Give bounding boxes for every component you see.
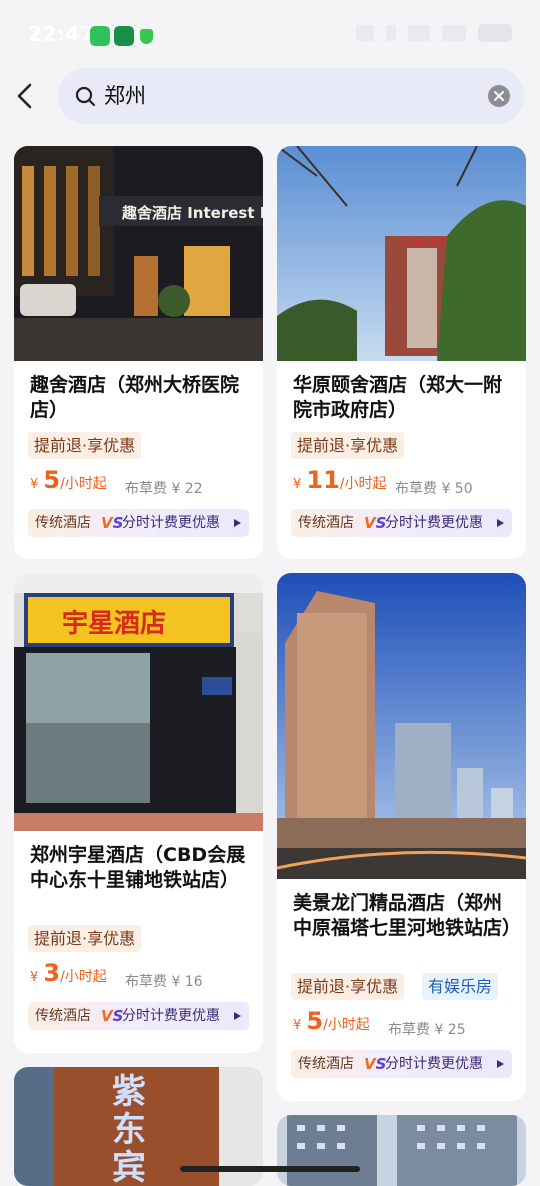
svg-text:宾: 宾 (112, 1148, 146, 1186)
status-bar: 22:47 (0, 0, 540, 64)
promo-text: 分时计费更优惠 (385, 515, 483, 531)
vs-logo-icon: VS (364, 514, 387, 532)
promo-type: 传统酒店 (35, 515, 91, 531)
hotel-name: 趣舍酒店（郑州大桥医院店） (30, 374, 240, 421)
hotel-card[interactable]: 华原颐舍酒店 华原颐舍酒店（郑大一附院市政府店） 提前退·享优惠 ¥ 11/小时… (277, 146, 526, 559)
price: ¥ 5/小时起 (30, 466, 107, 494)
price: ¥ 11/小时起 (293, 466, 387, 494)
svg-text:宇星酒店: 宇星酒店 (62, 609, 166, 639)
linen-fee: 布草费 ¥ 22 (125, 481, 203, 497)
hotel-card[interactable]: 宇星酒店 郑州宇星酒店（CBD会展中心东十里铺地铁站店） 提前退·享优惠 ¥ 3… (14, 573, 263, 1053)
vs-logo-icon: VS (101, 1007, 124, 1025)
linen-fee: 布草费 ¥ 50 (395, 481, 473, 497)
shield-icon (140, 29, 153, 44)
promo-text: 分时计费更优惠 (122, 515, 220, 531)
promo-banner[interactable]: 传统酒店 VS 分时计费更优惠 (291, 1050, 512, 1078)
linen-fee: 布草费 ¥ 25 (388, 1022, 466, 1038)
promo-type: 传统酒店 (298, 1056, 354, 1072)
hotel-photo (277, 1115, 526, 1186)
clear-icon[interactable] (488, 85, 510, 107)
search-bar[interactable]: 郑州 (58, 68, 524, 124)
hotel-name: 华原颐舍酒店（郑大一附院市政府店） (293, 374, 503, 421)
arrow-right-icon (234, 1012, 241, 1020)
arrow-right-icon (234, 519, 241, 527)
tag-entertainment-room: 有娱乐房 (422, 973, 499, 1000)
hotel-name: 郑州宇星酒店（CBD会展中心东十里铺地铁站店） (30, 844, 246, 891)
hotel-photo: 华原颐舍酒店 (277, 146, 526, 361)
alarm-icon (356, 25, 374, 41)
status-time: 22:47 (28, 22, 95, 46)
chevron-left-icon (17, 83, 32, 109)
vs-logo-icon: VS (364, 1055, 387, 1073)
svg-text:趣舍酒店 Interest House otel: 趣舍酒店 Interest House otel (121, 204, 263, 222)
promo-text: 分时计费更优惠 (122, 1008, 220, 1024)
hotel-photo: 趣舍酒店 Interest House otel (14, 146, 263, 361)
promo-type: 传统酒店 (298, 515, 354, 531)
arrow-right-icon (497, 1060, 504, 1068)
status-icons (356, 24, 512, 42)
linen-fee: 布草费 ¥ 16 (125, 974, 203, 990)
vs-logo-icon: VS (101, 514, 124, 532)
back-button[interactable] (12, 80, 42, 112)
svg-text:东: 东 (112, 1110, 146, 1150)
promo-text: 分时计费更优惠 (385, 1056, 483, 1072)
promo-banner[interactable]: 传统酒店 VS 分时计费更优惠 (291, 509, 512, 537)
hotel-photo (277, 573, 526, 879)
search-input[interactable]: 郑州 (104, 68, 146, 124)
tag-early-checkout: 提前退·享优惠 (28, 432, 142, 459)
hotel-card[interactable]: 趣舍酒店 Interest House otel 趣舍酒店（郑州大桥医院店） 提… (14, 146, 263, 559)
hotel-card[interactable]: 美景龙门精品酒店（郑州中原福塔七里河地铁站店） 提前退·享优惠 有娱乐房 ¥ 5… (277, 573, 526, 1101)
price: ¥ 5/小时起 (293, 1007, 370, 1035)
tag-early-checkout: 提前退·享优惠 (28, 925, 142, 952)
signal-icon (442, 25, 466, 41)
home-indicator[interactable] (180, 1166, 360, 1172)
app-notification-icon (114, 26, 134, 46)
svg-text:华原颐舍酒店: 华原颐舍酒店 (395, 236, 449, 248)
promo-banner[interactable]: 传统酒店 VS 分时计费更优惠 (28, 1002, 249, 1030)
hotel-photo: 宇星酒店 (14, 573, 263, 831)
hotel-card[interactable] (277, 1115, 526, 1186)
battery-icon (478, 24, 512, 42)
search-icon (75, 86, 96, 107)
hotel-name: 美景龙门精品酒店（郑州中原福塔七里河地铁站店） (293, 892, 522, 939)
bluetooth-icon (386, 25, 396, 41)
wifi-icon (408, 25, 430, 41)
svg-text:紫: 紫 (112, 1072, 146, 1112)
promo-banner[interactable]: 传统酒店 VS 分时计费更优惠 (28, 509, 249, 537)
promo-type: 传统酒店 (35, 1008, 91, 1024)
tag-early-checkout: 提前退·享优惠 (291, 973, 405, 1000)
wechat-icon (90, 26, 110, 46)
arrow-right-icon (497, 519, 504, 527)
tag-early-checkout: 提前退·享优惠 (291, 432, 405, 459)
price: ¥ 3/小时起 (30, 959, 107, 987)
